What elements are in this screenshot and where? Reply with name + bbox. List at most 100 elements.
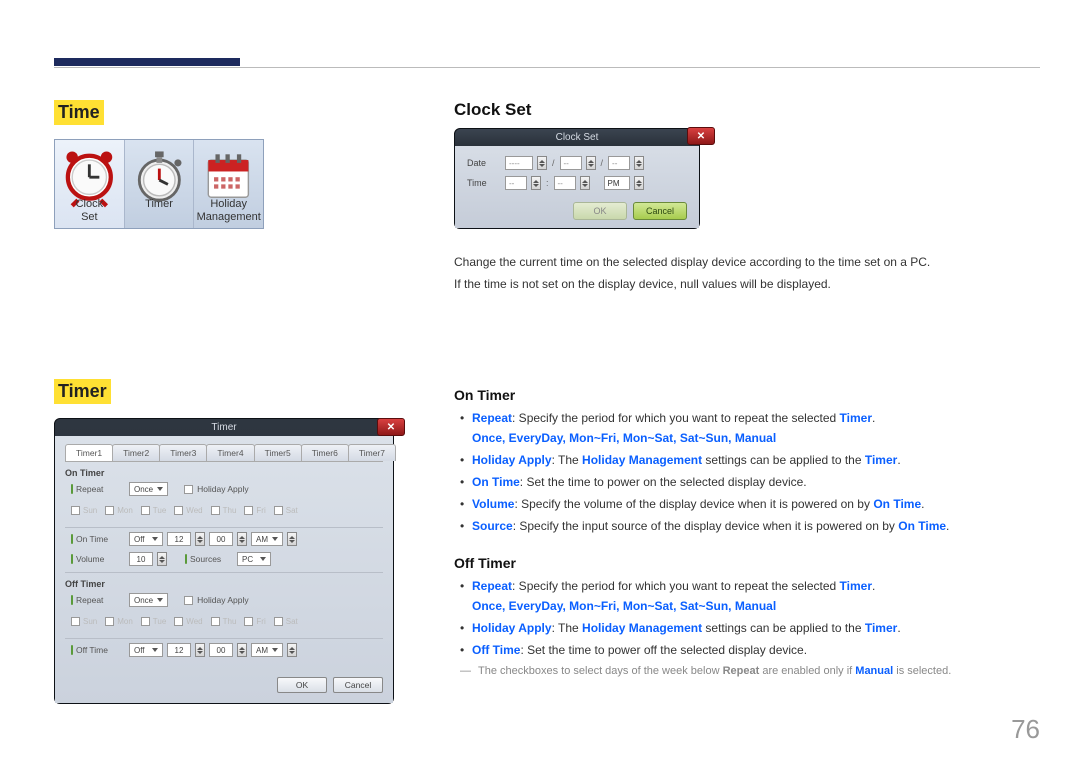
- off-days-row: Sun Mon Tue Wed Thu Fri Sat: [65, 613, 383, 634]
- spin-icon[interactable]: [531, 176, 541, 190]
- tab-timer4[interactable]: Timer4: [206, 444, 254, 461]
- day-checkbox[interactable]: [105, 506, 114, 515]
- day-checkbox[interactable]: [244, 506, 253, 515]
- off-hour-field[interactable]: 12: [167, 643, 191, 657]
- clock-set-heading: Clock Set: [454, 100, 1040, 120]
- close-icon[interactable]: ✕: [687, 127, 715, 145]
- minute-field[interactable]: 00: [209, 532, 233, 546]
- off-time-row: Off Time Off 12 00 AM: [65, 643, 383, 657]
- minute-field[interactable]: --: [554, 176, 576, 190]
- day-checkbox[interactable]: [274, 506, 283, 515]
- term-holiday-apply: Holiday Apply: [472, 453, 552, 467]
- term-on-time: On Time: [898, 519, 946, 533]
- on-timer-heading: On Timer: [454, 387, 1040, 403]
- day-checkbox[interactable]: [274, 617, 283, 626]
- note: The checkboxes to select days of the wee…: [454, 665, 1040, 677]
- clock-set-desc2: If the time is not set on the display de…: [454, 275, 1040, 293]
- ok-button[interactable]: OK: [277, 677, 327, 693]
- spin-icon[interactable]: [287, 532, 297, 546]
- day-checkbox[interactable]: [71, 617, 80, 626]
- left-column: Time Clock Set Timer Holiday Management: [54, 100, 454, 704]
- list-item: Repeat: Specify the period for which you…: [454, 409, 1040, 427]
- tab-timer7[interactable]: Timer7: [348, 444, 396, 461]
- text: : Set the time to power on the selected …: [520, 475, 807, 489]
- day-checkbox[interactable]: [105, 617, 114, 626]
- term-timer: Timer: [840, 411, 872, 425]
- spin-icon[interactable]: [195, 532, 205, 546]
- repeat-options: Once, EveryDay, Mon~Fri, Mon~Sat, Sat~Su…: [454, 431, 1040, 445]
- close-icon[interactable]: ✕: [377, 418, 405, 436]
- ampm-dropdown[interactable]: AM: [251, 532, 283, 546]
- off-ampm-dropdown[interactable]: AM: [251, 643, 283, 657]
- tab-timer1[interactable]: Timer1: [65, 444, 113, 461]
- day-checkbox[interactable]: [174, 617, 183, 626]
- year-field[interactable]: ----: [505, 156, 533, 170]
- day-checkbox[interactable]: [244, 617, 253, 626]
- tab-timer3[interactable]: Timer3: [159, 444, 207, 461]
- day-label: Sun: [83, 506, 97, 515]
- tab-timer2[interactable]: Timer2: [112, 444, 160, 461]
- divider: [65, 572, 383, 573]
- holiday-apply-label: Holiday Apply: [197, 595, 249, 605]
- spin-icon[interactable]: [157, 552, 167, 566]
- time-tab-holiday[interactable]: Holiday Management: [193, 140, 263, 228]
- day-label: Fri: [256, 617, 265, 626]
- holiday-apply-checkbox[interactable]: [184, 485, 193, 494]
- ok-button[interactable]: OK: [573, 202, 627, 220]
- spin-icon[interactable]: [237, 643, 247, 657]
- volume-source-row: Volume 10 Sources PC: [65, 552, 383, 566]
- source-dropdown[interactable]: PC: [237, 552, 271, 566]
- text: settings can be applied to the: [702, 453, 865, 467]
- day-checkbox[interactable]: [141, 506, 150, 515]
- day-checkbox[interactable]: [174, 506, 183, 515]
- day-checkbox[interactable]: [71, 506, 80, 515]
- spin-icon[interactable]: [634, 176, 644, 190]
- term-holiday-apply: Holiday Apply: [472, 621, 552, 635]
- day-checkbox[interactable]: [141, 617, 150, 626]
- day-checkbox[interactable]: [211, 506, 220, 515]
- repeat-dropdown[interactable]: Once: [129, 482, 168, 496]
- day-field[interactable]: --: [608, 156, 630, 170]
- hour-field[interactable]: --: [505, 176, 527, 190]
- spin-icon[interactable]: [634, 156, 644, 170]
- spin-icon[interactable]: [537, 156, 547, 170]
- time-tab-panel: Clock Set Timer Holiday Management: [54, 139, 264, 229]
- cancel-button[interactable]: Cancel: [633, 202, 687, 220]
- timer-tabs: Timer1 Timer2 Timer3 Timer4 Timer5 Timer…: [65, 444, 383, 462]
- separator: /: [600, 158, 605, 168]
- day-label: Mon: [117, 617, 133, 626]
- hour-field[interactable]: 12: [167, 532, 191, 546]
- timer-dialog-title: Timer ✕: [55, 419, 393, 436]
- day-label: Thu: [223, 617, 237, 626]
- time-tab-clock-set[interactable]: Clock Set: [55, 140, 124, 228]
- day-checkbox[interactable]: [211, 617, 220, 626]
- spin-icon[interactable]: [287, 643, 297, 657]
- off-timer-heading: Off Timer: [454, 555, 1040, 571]
- off-holiday-apply-checkbox[interactable]: [184, 596, 193, 605]
- spin-icon[interactable]: [237, 532, 247, 546]
- list-item: Repeat: Specify the period for which you…: [454, 577, 1040, 595]
- alarm-clock-icon: [55, 150, 124, 198]
- term-timer: Timer: [840, 579, 872, 593]
- cancel-button[interactable]: Cancel: [333, 677, 383, 693]
- timer-heading: Timer: [54, 379, 111, 404]
- list-item: Off Time: Set the time to power off the …: [454, 641, 1040, 659]
- off-repeat-dropdown[interactable]: Once: [129, 593, 168, 607]
- off-time-dropdown[interactable]: Off: [129, 643, 163, 657]
- off-repeat-row: Repeat Once Holiday Apply: [65, 593, 383, 607]
- separator: :: [545, 178, 550, 188]
- term-off-time: Off Time: [472, 643, 520, 657]
- tab-timer5[interactable]: Timer5: [254, 444, 302, 461]
- spin-icon[interactable]: [195, 643, 205, 657]
- ampm-field[interactable]: PM: [604, 176, 630, 190]
- tab-timer6[interactable]: Timer6: [301, 444, 349, 461]
- text: : Specify the period for which you want …: [512, 411, 840, 425]
- off-minute-field[interactable]: 00: [209, 643, 233, 657]
- month-field[interactable]: --: [560, 156, 582, 170]
- time-tab-timer[interactable]: Timer: [124, 140, 194, 228]
- term-source: Source: [472, 519, 513, 533]
- spin-icon[interactable]: [580, 176, 590, 190]
- on-time-dropdown[interactable]: Off: [129, 532, 163, 546]
- spin-icon[interactable]: [586, 156, 596, 170]
- volume-field[interactable]: 10: [129, 552, 153, 566]
